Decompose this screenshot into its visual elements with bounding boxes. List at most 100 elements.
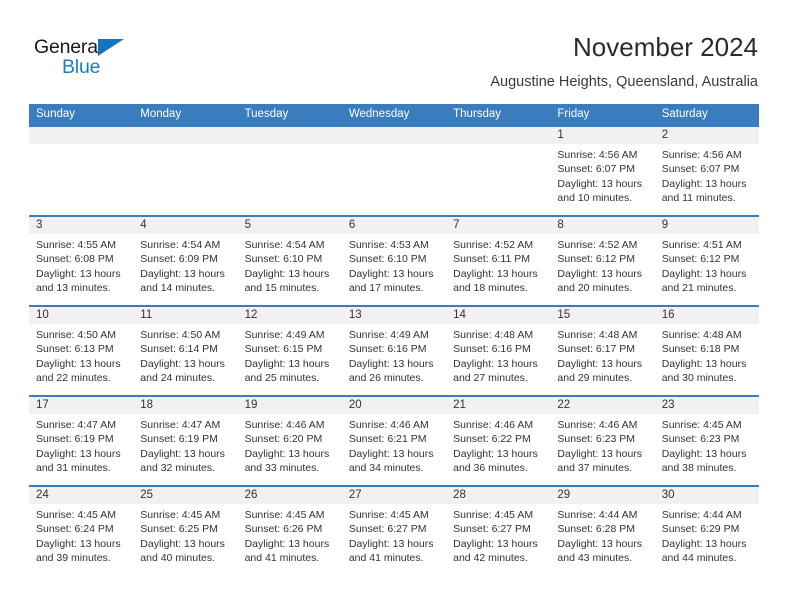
- day-number[interactable]: 22: [550, 397, 654, 414]
- day-number[interactable]: 5: [238, 217, 342, 234]
- day-cell-empty: [29, 144, 133, 215]
- calendar-week-row: 10 11 12 13 14 15 16 Sunrise: 4:50 AM Sunset: 6:…: [29, 305, 759, 395]
- daylight-text-line1: Daylight: 13 hours: [36, 267, 121, 280]
- sunset-text: Sunset: 6:11 PM: [453, 253, 530, 266]
- day-cell[interactable]: Sunrise: 4:45 AM Sunset: 6:27 PM Daylight:…: [342, 504, 446, 575]
- sunrise-text: Sunrise: 4:51 AM: [661, 239, 742, 251]
- day-number[interactable]: 4: [133, 217, 237, 234]
- day-number[interactable]: 8: [550, 217, 654, 234]
- day-number[interactable]: 3: [29, 217, 133, 234]
- sunset-text: Sunset: 6:16 PM: [348, 343, 427, 356]
- day-cell[interactable]: Sunrise: 4:51 AM Sunset: 6:12 PM Daylight:…: [655, 234, 759, 305]
- daylight-text-line1: Daylight: 13 hours: [661, 537, 747, 550]
- day-cell[interactable]: Sunrise: 4:50 AM Sunset: 6:14 PM Daylight:…: [133, 324, 237, 395]
- day-number[interactable]: 28: [446, 487, 550, 504]
- day-cell[interactable]: Sunrise: 4:47 AM Sunset: 6:19 PM Daylight:…: [133, 414, 237, 485]
- day-number[interactable]: 10: [29, 307, 133, 324]
- day-cell[interactable]: Sunrise: 4:54 AM Sunset: 6:09 PM Daylight:…: [133, 234, 237, 305]
- day-number[interactable]: 7: [446, 217, 550, 234]
- sunrise-text: Sunrise: 4:50 AM: [140, 329, 221, 341]
- day-number[interactable]: 15: [550, 307, 654, 324]
- day-cell[interactable]: Sunrise: 4:45 AM Sunset: 6:24 PM Daylight:…: [29, 504, 133, 575]
- week-date-band: 10 11 12 13 14 15 16: [29, 307, 759, 324]
- general-blue-logo[interactable]: General Blue: [34, 36, 154, 82]
- daylight-text-line1: Daylight: 13 hours: [453, 267, 538, 280]
- day-cell[interactable]: Sunrise: 4:55 AM Sunset: 6:08 PM Daylight:…: [29, 234, 133, 305]
- day-cell[interactable]: Sunrise: 4:46 AM Sunset: 6:21 PM Daylight:…: [342, 414, 446, 485]
- day-cell[interactable]: Sunrise: 4:52 AM Sunset: 6:12 PM Daylight:…: [550, 234, 654, 305]
- day-cell[interactable]: Sunrise: 4:49 AM Sunset: 6:15 PM Daylight:…: [238, 324, 342, 395]
- day-number[interactable]: 19: [238, 397, 342, 414]
- day-number[interactable]: 30: [655, 487, 759, 504]
- daylight-text-line2: and 44 minutes.: [661, 551, 737, 564]
- day-number[interactable]: 21: [446, 397, 550, 414]
- day-of-week-header-tuesday: Tuesday: [244, 108, 289, 120]
- day-cell[interactable]: Sunrise: 4:56 AM Sunset: 6:07 PM Daylight:…: [655, 144, 759, 215]
- day-number[interactable]: 2: [655, 127, 759, 144]
- day-number[interactable]: 14: [446, 307, 550, 324]
- sunrise-text: Sunrise: 4:45 AM: [661, 419, 742, 431]
- sunset-text: Sunset: 6:24 PM: [36, 523, 114, 536]
- day-cell[interactable]: Sunrise: 4:48 AM Sunset: 6:16 PM Daylight:…: [446, 324, 550, 395]
- day-cell[interactable]: Sunrise: 4:46 AM Sunset: 6:20 PM Daylight:…: [238, 414, 342, 485]
- day-cell[interactable]: Sunrise: 4:56 AM Sunset: 6:07 PM Daylight:…: [550, 144, 654, 215]
- daylight-text-line2: and 20 minutes.: [557, 281, 633, 294]
- day-number[interactable]: 1: [550, 127, 654, 144]
- sunrise-text: Sunrise: 4:45 AM: [348, 509, 429, 521]
- day-of-week-header-wednesday: Wednesday: [348, 108, 410, 120]
- daylight-text-line2: and 26 minutes.: [348, 371, 424, 384]
- day-cell[interactable]: Sunrise: 4:44 AM Sunset: 6:28 PM Daylight:…: [550, 504, 654, 575]
- daylight-text-line1: Daylight: 13 hours: [140, 537, 225, 550]
- day-cell[interactable]: Sunrise: 4:48 AM Sunset: 6:17 PM Daylight:…: [550, 324, 654, 395]
- daylight-text-line2: and 32 minutes.: [140, 461, 215, 474]
- day-cell[interactable]: Sunrise: 4:52 AM Sunset: 6:11 PM Daylight:…: [446, 234, 550, 305]
- calendar-week-row: 3 4 5 6 7 8 9 Sunrise: 4:55 AM Sunset: 6:08 PM Da…: [29, 215, 759, 305]
- sunset-text: Sunset: 6:15 PM: [244, 343, 323, 356]
- sunset-text: Sunset: 6:27 PM: [348, 523, 427, 536]
- logo-triangle-icon: [98, 39, 124, 56]
- day-number[interactable]: 26: [238, 487, 342, 504]
- day-cell[interactable]: Sunrise: 4:45 AM Sunset: 6:25 PM Daylight:…: [133, 504, 237, 575]
- day-cell[interactable]: Sunrise: 4:47 AM Sunset: 6:19 PM Daylight:…: [29, 414, 133, 485]
- day-number[interactable]: 6: [342, 217, 446, 234]
- page-title: November 2024: [573, 32, 758, 62]
- day-cell[interactable]: Sunrise: 4:45 AM Sunset: 6:26 PM Daylight:…: [238, 504, 342, 575]
- day-cell[interactable]: Sunrise: 4:46 AM Sunset: 6:23 PM Daylight:…: [550, 414, 654, 485]
- sunset-text: Sunset: 6:07 PM: [661, 163, 740, 176]
- daylight-text-line2: and 41 minutes.: [244, 551, 320, 564]
- day-number[interactable]: 12: [238, 307, 342, 324]
- sunset-text: Sunset: 6:25 PM: [140, 523, 218, 536]
- day-number[interactable]: 20: [342, 397, 446, 414]
- day-cell[interactable]: Sunrise: 4:50 AM Sunset: 6:13 PM Daylight:…: [29, 324, 133, 395]
- day-number[interactable]: 27: [342, 487, 446, 504]
- week-detail-band: Sunrise: 4:55 AM Sunset: 6:08 PM Daylight:…: [29, 234, 759, 305]
- daylight-text-line1: Daylight: 13 hours: [453, 537, 538, 550]
- daylight-text-line1: Daylight: 13 hours: [244, 267, 330, 280]
- day-cell[interactable]: Sunrise: 4:46 AM Sunset: 6:22 PM Daylight:…: [446, 414, 550, 485]
- day-number[interactable]: 29: [550, 487, 654, 504]
- day-cell[interactable]: Sunrise: 4:44 AM Sunset: 6:29 PM Daylight:…: [655, 504, 759, 575]
- sunrise-text: Sunrise: 4:47 AM: [140, 419, 221, 431]
- day-cell[interactable]: Sunrise: 4:45 AM Sunset: 6:27 PM Daylight:…: [446, 504, 550, 575]
- daylight-text-line2: and 43 minutes.: [557, 551, 633, 564]
- day-number[interactable]: 13: [342, 307, 446, 324]
- day-number[interactable]: 11: [133, 307, 237, 324]
- daylight-text-line1: Daylight: 13 hours: [661, 177, 747, 190]
- sunrise-text: Sunrise: 4:54 AM: [244, 239, 325, 251]
- day-number[interactable]: 16: [655, 307, 759, 324]
- day-number[interactable]: 25: [133, 487, 237, 504]
- sunrise-text: Sunrise: 4:44 AM: [557, 509, 638, 521]
- day-cell[interactable]: Sunrise: 4:53 AM Sunset: 6:10 PM Daylight:…: [342, 234, 446, 305]
- week-detail-band: Sunrise: 4:47 AM Sunset: 6:19 PM Daylight:…: [29, 414, 759, 485]
- day-number[interactable]: 9: [655, 217, 759, 234]
- day-cell[interactable]: Sunrise: 4:45 AM Sunset: 6:23 PM Daylight:…: [655, 414, 759, 485]
- day-cell[interactable]: Sunrise: 4:48 AM Sunset: 6:18 PM Daylight:…: [655, 324, 759, 395]
- daylight-text-line1: Daylight: 13 hours: [557, 177, 643, 190]
- day-number[interactable]: 23: [655, 397, 759, 414]
- day-number[interactable]: 24: [29, 487, 133, 504]
- day-number[interactable]: 18: [133, 397, 237, 414]
- sunset-text: Sunset: 6:12 PM: [557, 253, 636, 266]
- day-cell[interactable]: Sunrise: 4:49 AM Sunset: 6:16 PM Daylight:…: [342, 324, 446, 395]
- day-cell[interactable]: Sunrise: 4:54 AM Sunset: 6:10 PM Daylight:…: [238, 234, 342, 305]
- day-number[interactable]: 17: [29, 397, 133, 414]
